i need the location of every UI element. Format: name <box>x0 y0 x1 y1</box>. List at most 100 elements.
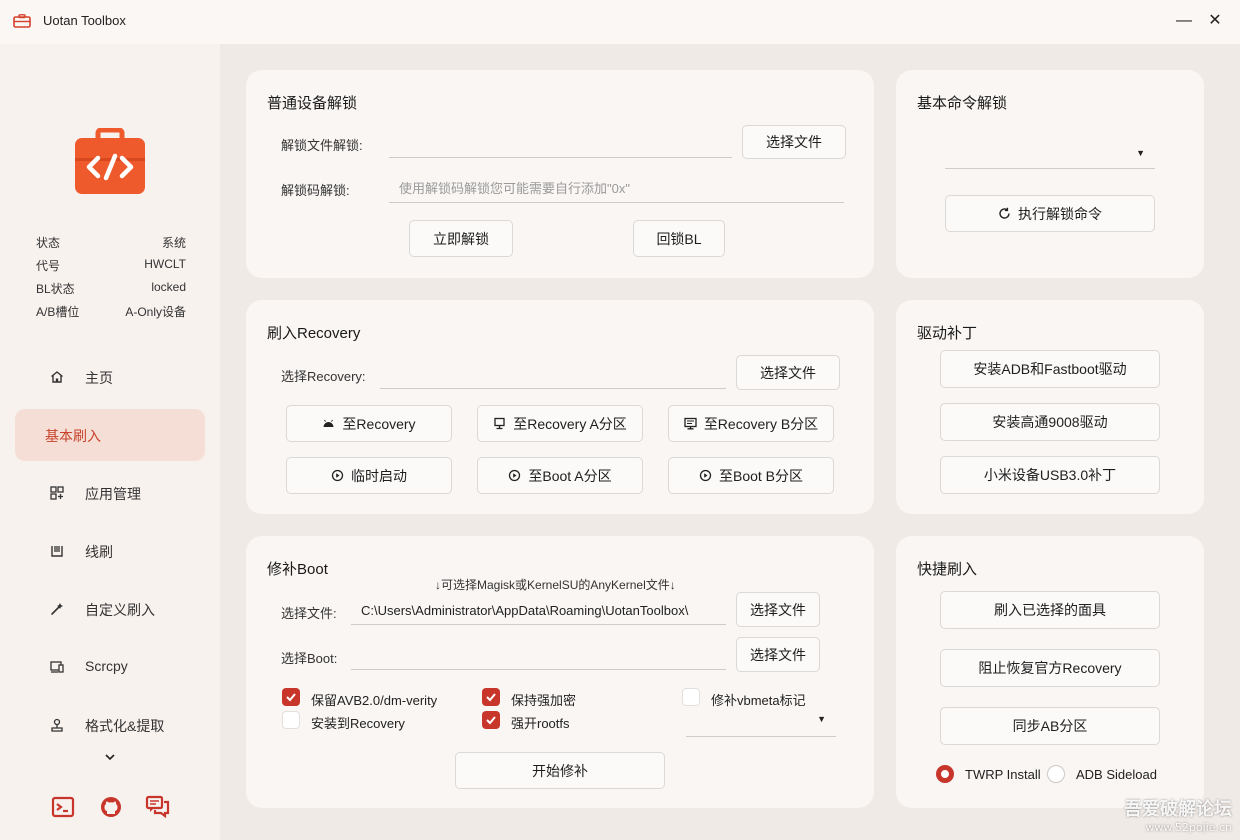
nav-item-home[interactable]: 主页 <box>15 351 205 403</box>
button-label: 阻止恢复官方Recovery <box>978 660 1122 676</box>
recovery-select-label: 选择Recovery: <box>281 369 366 384</box>
nav-item-format-extract[interactable]: 格式化&提取 <box>15 699 205 751</box>
patch-choose-file-button[interactable]: 选择文件 <box>736 592 820 627</box>
install-qualcomm-driver-button[interactable]: 安装高通9008驱动 <box>940 403 1160 441</box>
flash-to-recovery-a-button[interactable]: 至Recovery A分区 <box>477 405 643 442</box>
minimize-button[interactable]: — <box>1172 10 1196 34</box>
unlock-code-input[interactable] <box>389 175 844 203</box>
custom-flash-icon <box>51 603 63 615</box>
keep-avb-label: 保留AVB2.0/dm-verity <box>311 693 438 708</box>
unlock-file-field[interactable] <box>389 130 732 158</box>
flash-selected-magisk-button[interactable]: 刷入已选择的面具 <box>940 591 1160 629</box>
prevent-recovery-restore-button[interactable]: 阻止恢复官方Recovery <box>940 649 1160 687</box>
xiaomi-usb-patch-button[interactable]: 小米设备USB3.0补丁 <box>940 456 1160 494</box>
unlock-now-button[interactable]: 立即解锁 <box>409 220 513 257</box>
unlock-code-label: 解锁码解锁: <box>281 183 350 198</box>
status-ab-row: A/B槽位 A-Only设备 <box>36 303 186 323</box>
desktop-icon <box>684 417 697 430</box>
nav-item-label: 应用管理 <box>85 486 141 502</box>
unlock-card: 普通设备解锁 解锁文件解锁: 选择文件 解锁码解锁: 立即解锁 回锁BL <box>246 70 874 278</box>
title-bar: Uotan Toolbox — ✕ <box>0 0 1240 44</box>
nav-item-label: 线刷 <box>85 544 113 560</box>
recovery-file-field[interactable] <box>380 361 726 389</box>
adb-sideload-label: ADB Sideload <box>1076 767 1157 782</box>
keep-encrypt-label: 保持强加密 <box>511 693 577 708</box>
flash-to-boot-a-button[interactable]: 至Boot A分区 <box>477 457 643 494</box>
twrp-install-label: TWRP Install <box>965 767 1041 782</box>
command-unlock-title: 基本命令解锁 <box>917 95 1008 112</box>
bl-status-value: locked <box>151 280 186 294</box>
command-unlock-card: 基本命令解锁 ▼ 执行解锁命令 <box>896 70 1204 278</box>
chevron-down-icon[interactable] <box>103 750 117 764</box>
nav-item-line-flash[interactable]: 线刷 <box>15 525 205 577</box>
button-label: 临时启动 <box>351 467 407 484</box>
line-flash-icon <box>51 546 63 557</box>
button-label: 选择文件 <box>750 646 806 663</box>
start-patch-button[interactable]: 开始修补 <box>455 752 665 789</box>
app-title: Uotan Toolbox <box>43 13 126 28</box>
button-label: 至Boot B分区 <box>718 467 804 484</box>
button-label: 同步AB分区 <box>1012 718 1088 734</box>
unlock-file-label: 解锁文件解锁: <box>281 138 363 153</box>
relock-bl-button[interactable]: 回锁BL <box>633 220 725 257</box>
recovery-card-title: 刷入Recovery <box>267 325 361 342</box>
nav-item-custom-flash[interactable]: 自定义刷入 <box>15 583 205 635</box>
flash-to-boot-b-button[interactable]: 至Boot B分区 <box>668 457 834 494</box>
button-label: 安装ADB和Fastboot驱动 <box>973 361 1127 377</box>
driver-card: 驱动补丁 安装ADB和Fastboot驱动 安装高通9008驱动 小米设备USB… <box>896 300 1204 514</box>
button-label: 至Recovery B分区 <box>703 415 819 432</box>
nav-item-label: 格式化&提取 <box>85 718 165 734</box>
watermark: 吾爱破解论坛 www.52pojie.cn <box>1124 795 1232 834</box>
patch-boot-field[interactable] <box>351 642 726 670</box>
keep-avb-checkbox[interactable] <box>282 688 300 706</box>
force-rootfs-label: 强开rootfs <box>511 716 570 731</box>
quick-flash-card: 快捷刷入 刷入已选择的面具 阻止恢复官方Recovery 同步AB分区 TWRP… <box>896 536 1204 808</box>
chat-icon[interactable] <box>145 795 171 819</box>
execute-unlock-command-button[interactable]: 执行解锁命令 <box>945 195 1155 232</box>
flash-to-recovery-button[interactable]: 至Recovery <box>286 405 452 442</box>
android-icon <box>323 419 334 427</box>
home-icon <box>51 371 63 383</box>
boot-icon <box>331 469 344 482</box>
watermark-url: www.52pojie.cn <box>1145 821 1232 834</box>
adb-sideload-radio[interactable] <box>1047 765 1065 783</box>
status-bl-row: BL状态 locked <box>36 280 186 300</box>
sidebar: 状态 系统 代号 HWCLT BL状态 locked A/B槽位 A-Only设… <box>0 44 220 840</box>
keep-encrypt-checkbox[interactable] <box>482 688 500 706</box>
button-label: 选择文件 <box>760 364 816 381</box>
flash-to-recovery-b-button[interactable]: 至Recovery B分区 <box>668 405 834 442</box>
driver-card-title: 驱动补丁 <box>917 325 978 342</box>
button-label: 至Boot A分区 <box>528 467 612 484</box>
checkmark-icon <box>486 716 496 725</box>
sync-ab-partition-button[interactable]: 同步AB分区 <box>940 707 1160 745</box>
twrp-install-radio[interactable] <box>936 765 954 783</box>
install-adb-driver-button[interactable]: 安装ADB和Fastboot驱动 <box>940 350 1160 388</box>
nav-item-scrcpy[interactable]: Scrcpy <box>15 641 205 693</box>
unlock-choose-file-button[interactable]: 选择文件 <box>742 125 846 159</box>
watermark-title: 吾爱破解论坛 <box>1124 799 1232 820</box>
refresh-icon <box>999 207 1010 219</box>
patch-file-field[interactable]: C:\Users\Administrator\AppData\Roaming\U… <box>351 597 726 625</box>
dropdown-caret-icon: ▼ <box>817 714 826 724</box>
unlock-command-select[interactable]: ▼ <box>945 138 1155 169</box>
button-label: 开始修补 <box>532 762 588 779</box>
temp-boot-button[interactable]: 临时启动 <box>286 457 452 494</box>
install-recovery-checkbox[interactable] <box>282 711 300 729</box>
nav-item-basic-flash[interactable]: 基本刷入 <box>15 409 205 461</box>
terminal-icon[interactable] <box>51 795 75 819</box>
nav-item-app-manager[interactable]: 应用管理 <box>15 467 205 519</box>
recovery-choose-file-button[interactable]: 选择文件 <box>736 355 840 390</box>
close-button[interactable]: ✕ <box>1203 10 1227 34</box>
patch-choose-boot-button[interactable]: 选择文件 <box>736 637 820 672</box>
apps-icon <box>50 486 64 500</box>
patch-vbmeta-checkbox[interactable] <box>682 688 700 706</box>
github-icon[interactable] <box>99 795 123 819</box>
status-codename-row: 代号 HWCLT <box>36 257 186 277</box>
arch-select[interactable]: ▼ <box>686 706 836 737</box>
patch-file-label: 选择文件: <box>281 606 337 621</box>
bl-status-label: BL状态 <box>36 282 75 296</box>
recovery-card: 刷入Recovery 选择Recovery: 选择文件 至Recovery 至R… <box>246 300 874 514</box>
force-rootfs-checkbox[interactable] <box>482 711 500 729</box>
checkmark-icon <box>486 693 496 702</box>
status-value: 系统 <box>161 236 186 250</box>
